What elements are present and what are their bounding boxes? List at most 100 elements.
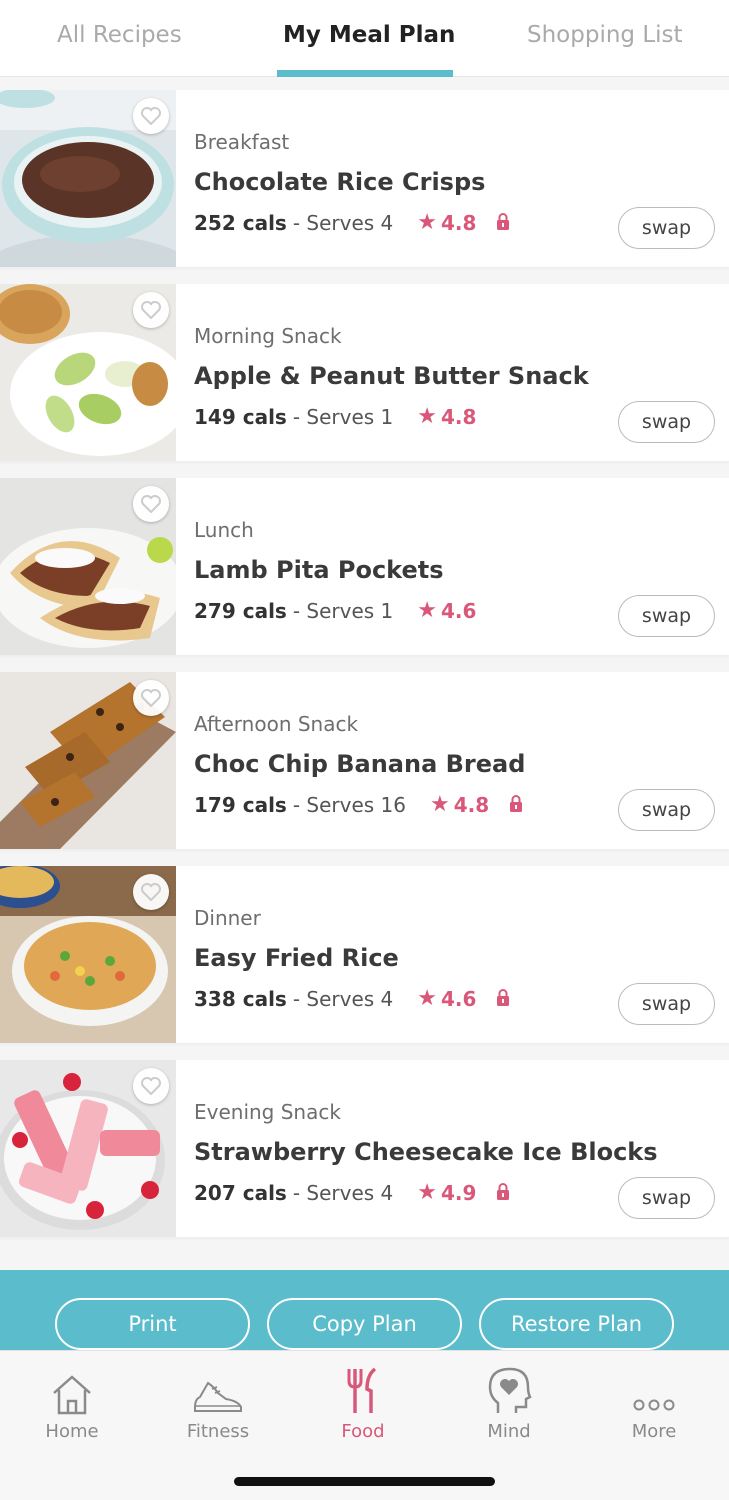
tab-shopping-list[interactable]: Shopping List	[527, 22, 683, 48]
meal-card-lunch[interactable]: Lunch Lamb Pita Pockets 279 cals - Serve…	[0, 478, 729, 655]
lock-icon	[496, 1181, 510, 1205]
rating-value: 4.8	[441, 404, 477, 429]
recipe-meta: 252 cals - Serves 4 ★ 4.8	[194, 210, 510, 235]
star-icon: ★	[430, 792, 450, 817]
servings: - Serves 4	[292, 210, 394, 235]
recipe-title[interactable]: Chocolate Rice Crisps	[194, 168, 485, 196]
rating: ★ 4.8	[430, 792, 489, 817]
recipe-title[interactable]: Choc Chip Banana Bread	[194, 750, 525, 778]
star-icon: ★	[417, 404, 438, 429]
rating-value: 4.6	[441, 598, 477, 623]
top-tab-bar: All Recipes My Meal Plan Shopping List	[0, 0, 729, 77]
recipe-meta: 338 cals - Serves 4 ★ 4.6	[194, 986, 510, 1011]
recipe-image[interactable]	[0, 1060, 176, 1237]
favorite-heart-icon[interactable]	[133, 1068, 169, 1104]
meal-card-dinner[interactable]: Dinner Easy Fried Rice 338 cals - Serves…	[0, 866, 729, 1043]
meal-card-morning-snack[interactable]: Morning Snack Apple & Peanut Butter Snac…	[0, 284, 729, 461]
meal-card-breakfast[interactable]: Breakfast Chocolate Rice Crisps 252 cals…	[0, 90, 729, 267]
recipe-image[interactable]	[0, 90, 176, 267]
recipe-title[interactable]: Apple & Peanut Butter Snack	[194, 362, 589, 390]
calories: 149 cals	[194, 404, 287, 429]
home-indicator[interactable]	[234, 1477, 495, 1486]
lock-icon	[496, 987, 510, 1011]
copy-plan-button[interactable]: Copy Plan	[267, 1298, 462, 1350]
servings: - Serves 16	[292, 792, 406, 817]
recipe-meta: 179 cals - Serves 16 ★ 4.8	[194, 792, 523, 817]
meal-card-afternoon-snack[interactable]: Afternoon Snack Choc Chip Banana Bread 1…	[0, 672, 729, 849]
meal-type-label: Dinner	[194, 906, 261, 930]
swap-button[interactable]: swap	[618, 595, 715, 637]
nav-more-label: More	[631, 1421, 677, 1442]
nav-food-label: Food	[341, 1421, 385, 1442]
rating-value: 4.8	[453, 792, 490, 817]
restore-plan-button[interactable]: Restore Plan	[479, 1298, 674, 1350]
rating: ★ 4.6	[417, 986, 476, 1011]
rating: ★ 4.9	[417, 1180, 476, 1205]
meal-card-evening-snack[interactable]: Evening Snack Strawberry Cheesecake Ice …	[0, 1060, 729, 1237]
servings: - Serves 4	[292, 986, 394, 1011]
favorite-heart-icon[interactable]	[133, 98, 169, 134]
nav-fitness[interactable]: Fitness	[158, 1363, 278, 1442]
calories: 179 cals	[194, 792, 287, 817]
meal-type-label: Morning Snack	[194, 324, 342, 348]
swap-button[interactable]: swap	[618, 983, 715, 1025]
calories: 338 cals	[194, 986, 287, 1011]
meal-type-label: Afternoon Snack	[194, 712, 359, 736]
favorite-heart-icon[interactable]	[133, 680, 169, 716]
head-heart-icon	[449, 1363, 569, 1415]
meal-type-label: Evening Snack	[194, 1100, 341, 1124]
active-tab-indicator	[277, 70, 453, 77]
star-icon: ★	[417, 598, 438, 623]
recipe-image[interactable]	[0, 672, 176, 849]
meal-type-label: Lunch	[194, 518, 254, 542]
swap-button[interactable]: swap	[618, 1177, 715, 1219]
tab-all-recipes[interactable]: All Recipes	[57, 22, 182, 48]
rating-value: 4.8	[441, 210, 477, 235]
calories: 207 cals	[194, 1180, 287, 1205]
dots-icon	[594, 1363, 714, 1415]
recipe-title[interactable]: Strawberry Cheesecake Ice Blocks	[194, 1138, 658, 1166]
nav-more[interactable]: More	[594, 1363, 714, 1442]
recipe-meta: 207 cals - Serves 4 ★ 4.9	[194, 1180, 510, 1205]
nav-home[interactable]: Home	[12, 1363, 132, 1442]
recipe-image[interactable]	[0, 478, 176, 655]
star-icon: ★	[417, 210, 438, 235]
recipe-meta: 149 cals - Serves 1 ★ 4.8	[194, 404, 476, 429]
fork-knife-icon	[303, 1363, 423, 1415]
recipe-title[interactable]: Lamb Pita Pockets	[194, 556, 444, 584]
rating: ★ 4.6	[417, 598, 476, 623]
recipe-title[interactable]: Easy Fried Rice	[194, 944, 399, 972]
nav-mind-label: Mind	[487, 1421, 531, 1442]
swap-button[interactable]: swap	[618, 207, 715, 249]
nav-mind[interactable]: Mind	[449, 1363, 569, 1442]
sneaker-icon	[158, 1363, 278, 1415]
favorite-heart-icon[interactable]	[133, 292, 169, 328]
rating: ★ 4.8	[417, 404, 476, 429]
favorite-heart-icon[interactable]	[133, 486, 169, 522]
star-icon: ★	[417, 986, 438, 1011]
rating: ★ 4.8	[417, 210, 476, 235]
tab-my-meal-plan[interactable]: My Meal Plan	[283, 22, 455, 48]
servings: - Serves 4	[292, 1180, 394, 1205]
swap-button[interactable]: swap	[618, 789, 715, 831]
star-icon: ★	[417, 1180, 438, 1205]
lock-icon	[509, 793, 523, 817]
nav-home-label: Home	[45, 1421, 99, 1442]
meal-type-label: Breakfast	[194, 130, 290, 154]
nav-fitness-label: Fitness	[186, 1421, 250, 1442]
home-icon	[12, 1363, 132, 1415]
rating-value: 4.9	[441, 1180, 477, 1205]
servings: - Serves 1	[292, 404, 394, 429]
calories: 252 cals	[194, 210, 287, 235]
lock-icon	[496, 211, 510, 235]
swap-button[interactable]: swap	[618, 401, 715, 443]
recipe-meta: 279 cals - Serves 1 ★ 4.6	[194, 598, 476, 623]
nav-food[interactable]: Food	[303, 1363, 423, 1442]
rating-value: 4.6	[441, 986, 477, 1011]
recipe-image[interactable]	[0, 284, 176, 461]
calories: 279 cals	[194, 598, 287, 623]
servings: - Serves 1	[292, 598, 394, 623]
recipe-image[interactable]	[0, 866, 176, 1043]
print-button[interactable]: Print	[55, 1298, 250, 1350]
favorite-heart-icon[interactable]	[133, 874, 169, 910]
